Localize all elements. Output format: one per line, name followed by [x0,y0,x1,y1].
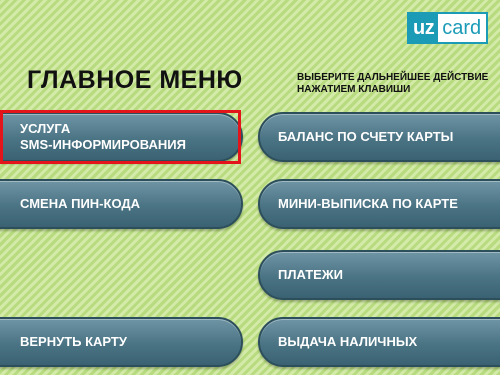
uzcard-logo: uz card [407,12,489,44]
cash-withdrawal-button[interactable]: ВЫДАЧА НАЛИЧНЫХ [258,317,500,367]
sms-service-label: УСЛУГА SMS-ИНФОРМИРОВАНИЯ [20,121,186,152]
balance-label: БАЛАНС ПО СЧЕТУ КАРТЫ [278,129,454,144]
balance-button[interactable]: БАЛАНС ПО СЧЕТУ КАРТЫ [258,112,500,162]
mini-statement-button[interactable]: МИНИ-ВЫПИСКА ПО КАРТЕ [258,179,500,229]
logo-card: card [442,17,482,39]
payments-label: ПЛАТЕЖИ [278,267,343,282]
change-pin-label: СМЕНА ПИН-КОДА [20,196,141,211]
return-card-button[interactable]: ВЕРНУТЬ КАРТУ [0,317,243,367]
instruction-text: ВЫБЕРИТЕ ДАЛЬНЕЙШЕЕ ДЕЙСТВИЕ НАЖАТИЕМ КЛ… [297,72,489,95]
page-title: ГЛАВНОЕ МЕНЮ [27,66,243,94]
mini-statement-label: МИНИ-ВЫПИСКА ПО КАРТЕ [278,196,458,211]
sms-service-button[interactable]: УСЛУГА SMS-ИНФОРМИРОВАНИЯ [0,112,243,162]
return-card-label: ВЕРНУТЬ КАРТУ [20,334,127,349]
payments-button[interactable]: ПЛАТЕЖИ [258,250,500,300]
logo-uz: uz [409,14,439,42]
cash-withdrawal-label: ВЫДАЧА НАЛИЧНЫХ [278,334,418,349]
change-pin-button[interactable]: СМЕНА ПИН-КОДА [0,179,243,229]
